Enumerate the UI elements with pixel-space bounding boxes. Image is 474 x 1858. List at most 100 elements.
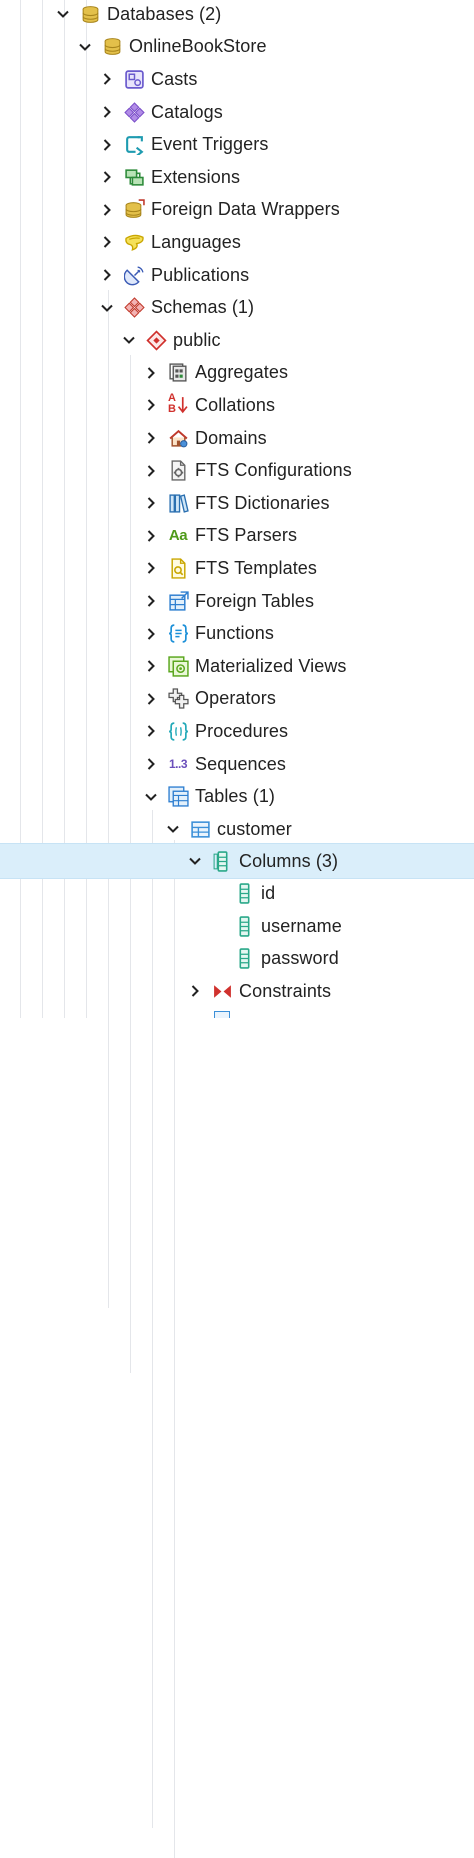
tree-node-fts-configurations[interactable]: FTS Configurations: [0, 454, 474, 487]
column-icon: [233, 915, 255, 937]
tree-node-table-customer[interactable]: customer: [0, 813, 474, 846]
tree-node-columns[interactable]: Columns (3): [0, 843, 474, 879]
tree-node-casts[interactable]: Casts: [0, 63, 474, 96]
cast-icon: [123, 68, 145, 90]
tree-node-event-triggers[interactable]: Event Triggers: [0, 128, 474, 161]
tree-node-languages[interactable]: Languages: [0, 226, 474, 259]
node-label: Tables (1): [195, 786, 276, 807]
tree-node-foreign-tables[interactable]: Foreign Tables: [0, 585, 474, 618]
tree-node-functions[interactable]: Functions: [0, 617, 474, 650]
chevron-down-icon[interactable]: [144, 790, 158, 804]
chevron-down-icon[interactable]: [188, 854, 202, 868]
node-label: Casts: [151, 68, 198, 89]
column-icon: [233, 882, 255, 904]
column-icon: [233, 948, 255, 970]
chevron-down-icon[interactable]: [166, 822, 180, 836]
foreign-data-wrapper-icon: [123, 199, 145, 221]
collation-icon: A B: [167, 392, 189, 416]
chevron-down-icon[interactable]: [122, 333, 136, 347]
chevron-right-icon[interactable]: [100, 72, 114, 86]
node-label: Extensions: [151, 166, 241, 187]
chevron-down-icon[interactable]: [100, 301, 114, 315]
node-label: OnlineBookStore: [129, 36, 267, 57]
chevron-right-icon[interactable]: [144, 561, 158, 575]
node-label: Catalogs: [151, 101, 223, 122]
chevron-right-icon[interactable]: [100, 138, 114, 152]
chevron-right-icon[interactable]: [144, 366, 158, 380]
tree-node-operators[interactable]: Operators: [0, 683, 474, 716]
database-stack-icon: [79, 3, 101, 25]
fts-dictionary-icon: [167, 492, 189, 514]
chevron-right-icon[interactable]: [100, 105, 114, 119]
chevron-right-icon[interactable]: [144, 496, 158, 510]
tree-node-databases[interactable]: Databases (2): [0, 0, 474, 31]
chevron-right-icon[interactable]: [100, 203, 114, 217]
constraint-icon: [211, 980, 233, 1002]
tree-node-fts-templates[interactable]: FTS Templates: [0, 552, 474, 585]
tree-node-extensions[interactable]: Extensions: [0, 161, 474, 194]
node-label: Foreign Tables: [195, 590, 315, 611]
chevron-right-icon[interactable]: [144, 464, 158, 478]
chevron-right-icon[interactable]: [144, 724, 158, 738]
chevron-right-icon[interactable]: [100, 235, 114, 249]
tree-node-domains[interactable]: Domains: [0, 422, 474, 455]
chevron-right-icon[interactable]: [188, 984, 202, 998]
chevron-right-icon[interactable]: [144, 627, 158, 641]
tree-node-column-id[interactable]: id: [0, 877, 474, 910]
chevron-right-icon[interactable]: [144, 431, 158, 445]
columns-icon: [211, 850, 233, 872]
chevron-down-icon[interactable]: [56, 7, 70, 21]
chevron-right-icon[interactable]: [144, 692, 158, 706]
operator-icon: [167, 688, 189, 710]
event-trigger-icon: [123, 134, 145, 156]
sequence-icon: 1..3: [167, 753, 189, 775]
tree-node-schemas[interactable]: Schemas (1): [0, 291, 474, 324]
tree-node-fts-dictionaries[interactable]: FTS Dictionaries: [0, 487, 474, 520]
tables-icon: [167, 786, 189, 808]
chevron-right-icon[interactable]: [100, 170, 114, 184]
tree-node-materialized-views[interactable]: Materialized Views: [0, 650, 474, 683]
node-label: Domains: [195, 427, 267, 448]
node-label: Languages: [151, 231, 241, 252]
node-label: Columns (3): [239, 850, 339, 871]
chevron-right-icon[interactable]: [144, 659, 158, 673]
database-icon: [101, 36, 123, 58]
chevron-right-icon[interactable]: [144, 398, 158, 412]
foreign-table-icon: [167, 590, 189, 612]
node-label: Materialized Views: [195, 655, 347, 676]
tree-node-foreign-data-wrappers[interactable]: Foreign Data Wrappers: [0, 194, 474, 227]
chevron-down-icon[interactable]: [78, 40, 92, 54]
extension-icon: [123, 166, 145, 188]
node-label: Aggregates: [195, 362, 289, 383]
tree-node-collations[interactable]: A B Collations: [0, 389, 474, 422]
node-label: FTS Parsers: [195, 525, 298, 546]
tree-node-column-username[interactable]: username: [0, 910, 474, 943]
node-label: Functions: [195, 623, 274, 644]
tree-node-publications[interactable]: Publications: [0, 259, 474, 292]
tree-node-tables[interactable]: Tables (1): [0, 780, 474, 813]
tree-node-database[interactable]: OnlineBookStore: [0, 31, 474, 64]
node-label: Constraints: [239, 980, 332, 1001]
language-icon: [123, 231, 145, 253]
chevron-right-icon[interactable]: [144, 594, 158, 608]
tree-node-sequences[interactable]: 1..3 Sequences: [0, 748, 474, 781]
tree-node-schema-public[interactable]: public: [0, 324, 474, 357]
tree-node-procedures[interactable]: Procedures: [0, 715, 474, 748]
publication-icon: [123, 264, 145, 286]
node-label: username: [261, 915, 342, 936]
tree-node-column-password[interactable]: password: [0, 942, 474, 975]
tree-node-catalogs[interactable]: Catalogs: [0, 96, 474, 129]
chevron-right-icon[interactable]: [100, 268, 114, 282]
tree-node-aggregates[interactable]: Aggregates: [0, 357, 474, 390]
chevron-right-icon[interactable]: [144, 529, 158, 543]
tree-node-constraints[interactable]: Constraints: [0, 975, 474, 1008]
fts-configuration-icon: [167, 460, 189, 482]
chevron-right-icon[interactable]: [144, 757, 158, 771]
node-label: Schemas (1): [151, 297, 255, 318]
domain-icon: [167, 427, 189, 449]
tree-node-fts-parsers[interactable]: Aa FTS Parsers: [0, 520, 474, 553]
node-label: FTS Templates: [195, 557, 318, 578]
node-label: Databases (2): [107, 3, 222, 24]
